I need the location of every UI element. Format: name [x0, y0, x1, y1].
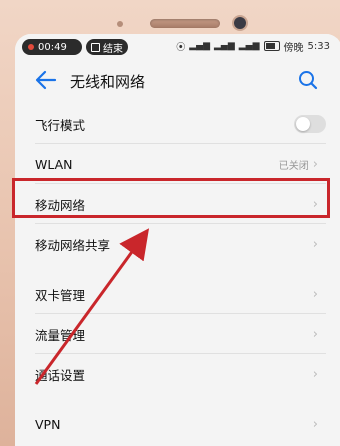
clock: 5:33 — [307, 40, 330, 52]
chevron-right-icon: › — [312, 326, 318, 342]
recording-dot-icon — [28, 44, 34, 50]
signal-icon-3: ▂▄▆ — [238, 41, 260, 51]
list-item-label: 移动网络共享 — [35, 237, 111, 253]
list-item-label: WLAN — [35, 156, 73, 172]
search-icon[interactable] — [298, 70, 318, 90]
battery-icon — [263, 41, 280, 51]
list-item-label: 通话设置 — [35, 367, 86, 383]
list-item-airplane-mode[interactable]: 飞行模式 — [15, 104, 340, 144]
chevron-right-icon: › — [312, 286, 318, 302]
list-item-mobile-network[interactable]: 移动网络 › — [15, 184, 340, 224]
end-recording-label: 结束 — [103, 43, 123, 55]
list-item-label: 流量管理 — [35, 327, 86, 343]
recording-time: 00:49 — [38, 41, 67, 53]
list-item-wlan[interactable]: WLAN 已关闭 › — [15, 144, 340, 184]
wlan-status: 已关闭 — [278, 160, 309, 172]
list-item-label: 飞行模式 — [35, 117, 86, 133]
back-arrow-icon[interactable] — [35, 70, 57, 90]
proximity-sensor — [117, 21, 123, 27]
status-icons: ⦿ ▂▄▆ ▂▄▆ ▂▄▆ 傍晚 5:33 — [176, 39, 330, 54]
chevron-right-icon: › — [312, 156, 318, 172]
chevron-right-icon: › — [312, 416, 318, 432]
list-item-vpn[interactable]: VPN › — [15, 404, 340, 444]
chevron-right-icon: › — [312, 236, 318, 252]
page-title: 无线和网络 — [70, 73, 146, 91]
list-item-label: VPN — [35, 416, 61, 432]
app-header: 无线和网络 — [15, 58, 340, 102]
location-icon: ⦿ — [176, 42, 186, 53]
airplane-mode-toggle[interactable] — [294, 115, 326, 133]
chevron-right-icon: › — [312, 366, 318, 382]
settings-list: 飞行模式 WLAN 已关闭 › 移动网络 › 移动网络共享 › 双卡管理 › 流… — [15, 104, 340, 444]
phone-screen: 00:49 结束 ⦿ ▂▄▆ ▂▄▆ ▂▄▆ 傍晚 5:33 无线和网络 飞行模… — [15, 34, 340, 446]
phone-top-bezel — [0, 0, 340, 36]
signal-icon-2: ▂▄▆ — [214, 41, 235, 51]
earpiece-speaker — [150, 19, 220, 28]
list-item-label: 移动网络 — [35, 197, 86, 213]
list-item-data-usage[interactable]: 流量管理 › — [15, 314, 340, 354]
list-item-call-settings[interactable]: 通话设置 › — [15, 354, 340, 394]
list-item-dual-sim[interactable]: 双卡管理 › — [15, 274, 340, 314]
signal-icon: ▂▄▆ — [189, 41, 210, 51]
carrier-name: 傍晚 — [283, 42, 304, 54]
screen-recording-indicator[interactable]: 00:49 — [22, 39, 82, 55]
list-item-label: 双卡管理 — [35, 287, 86, 303]
end-recording-button[interactable]: 结束 — [86, 39, 128, 55]
status-bar: 00:49 结束 ⦿ ▂▄▆ ▂▄▆ ▂▄▆ 傍晚 5:33 — [15, 34, 340, 58]
chevron-right-icon: › — [312, 196, 318, 212]
list-item-mobile-hotspot[interactable]: 移动网络共享 › — [15, 224, 340, 264]
front-camera — [234, 17, 246, 29]
stop-icon — [91, 42, 100, 52]
